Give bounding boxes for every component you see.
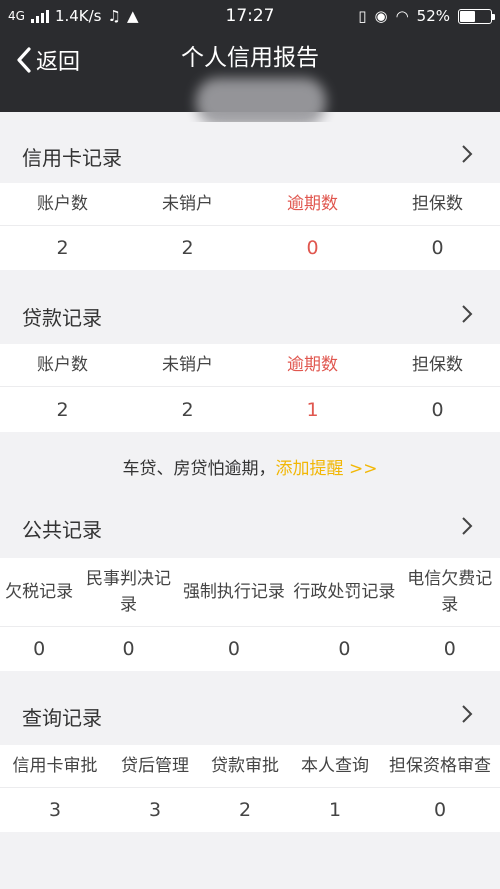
header-cell: 账户数: [37, 355, 88, 375]
section-title: 查询记录: [22, 706, 102, 730]
section-title: 贷款记录: [22, 306, 102, 330]
credit-card-section-header[interactable]: 信用卡记录: [0, 122, 500, 188]
chevron-right-icon: [462, 305, 473, 323]
battery-icon: [458, 8, 495, 24]
overdue-reminder: 车贷、房贷怕逾期，添加提醒 >>: [0, 454, 500, 479]
loan-headers: 账户数 未销户 逾期数 担保数: [0, 344, 500, 386]
value-cell: 2: [181, 237, 194, 259]
credit-card-values: 2 2 0 0: [0, 226, 500, 270]
value-cell: 0: [431, 237, 444, 259]
header-cell: 未销户: [162, 194, 213, 214]
value-cell: 0: [431, 398, 444, 421]
header-cell: 贷款审批: [211, 756, 279, 776]
header-cell: 担保数: [412, 355, 463, 375]
vibrate-mode-icon: ▯: [358, 7, 367, 25]
page-title: 个人信用报告: [181, 45, 319, 71]
wifi-icon: ◠: [395, 7, 409, 25]
battery-fill: [460, 10, 476, 22]
value-cell: 0: [443, 638, 456, 660]
value-cell: 1: [328, 799, 342, 821]
value-cell: 0: [122, 638, 135, 660]
header-cell: 信用卡审批: [12, 756, 98, 776]
reminder-text: 车贷、房贷怕逾期，: [122, 459, 276, 479]
value-cell: 2: [56, 398, 69, 421]
loan-values: 2 2 1 0: [0, 387, 500, 432]
header-cell: 担保资格审查: [389, 756, 491, 776]
header-cell: 强制执行记录: [182, 582, 285, 602]
chevron-right-icon: [462, 517, 473, 535]
value-cell: 0: [33, 638, 46, 660]
header-cell: 未销户: [162, 355, 213, 375]
chevron-right-icon: [462, 145, 473, 163]
header-cell: 贷后管理: [121, 756, 189, 776]
value-cell-overdue: 0: [306, 237, 319, 259]
query-records-values: 3 3 2 1 0: [0, 788, 500, 832]
status-bar: 4G 1.4K/s ♫ ▲ 17:27 ▯ ◉ ◠ 52%: [0, 0, 500, 32]
value-cell: 2: [181, 398, 194, 421]
credit-card-headers: 账户数 未销户 逾期数 担保数: [0, 183, 500, 225]
value-cell: 0: [433, 799, 447, 821]
value-cell-overdue: 1: [306, 398, 319, 421]
section-title: 公共记录: [22, 518, 102, 542]
header-cell: 本人查询: [301, 756, 369, 776]
public-records-values: 0 0 0 0 0: [0, 627, 500, 671]
chevron-right-icon: [462, 705, 473, 723]
header-cell-overdue: 逾期数: [287, 194, 338, 214]
query-records-headers: 信用卡审批 贷后管理 贷款审批 本人查询 担保资格审查: [0, 745, 500, 787]
public-records-headers: 欠税记录 民事判决记录 强制执行记录 行政处罚记录 电信欠费记录: [0, 558, 500, 626]
value-cell: 2: [238, 799, 252, 821]
value-cell: 3: [148, 799, 162, 821]
value-cell: 0: [227, 638, 240, 660]
header-cell: 电信欠费记录: [407, 569, 493, 615]
query-records-section-header[interactable]: 查询记录: [0, 682, 500, 748]
battery-percent: 52%: [416, 7, 450, 25]
value-cell: 0: [338, 638, 351, 660]
section-title: 信用卡记录: [22, 146, 122, 170]
value-cell: 3: [48, 799, 62, 821]
public-records-section-header[interactable]: 公共记录: [0, 494, 500, 560]
header-cell: 账户数: [37, 194, 88, 214]
redacted-name-blur: [196, 78, 326, 126]
header-cell: 担保数: [412, 194, 463, 214]
header-cell-overdue: 逾期数: [287, 355, 338, 375]
header-cell: 民事判决记录: [86, 569, 172, 615]
loan-section-header[interactable]: 贷款记录: [0, 282, 500, 348]
header-cell: 行政处罚记录: [293, 582, 396, 602]
header-cell: 欠税记录: [5, 582, 74, 602]
value-cell: 2: [56, 237, 69, 259]
alarm-icon: ◉: [374, 7, 388, 25]
add-reminder-link[interactable]: 添加提醒 >>: [276, 459, 378, 479]
